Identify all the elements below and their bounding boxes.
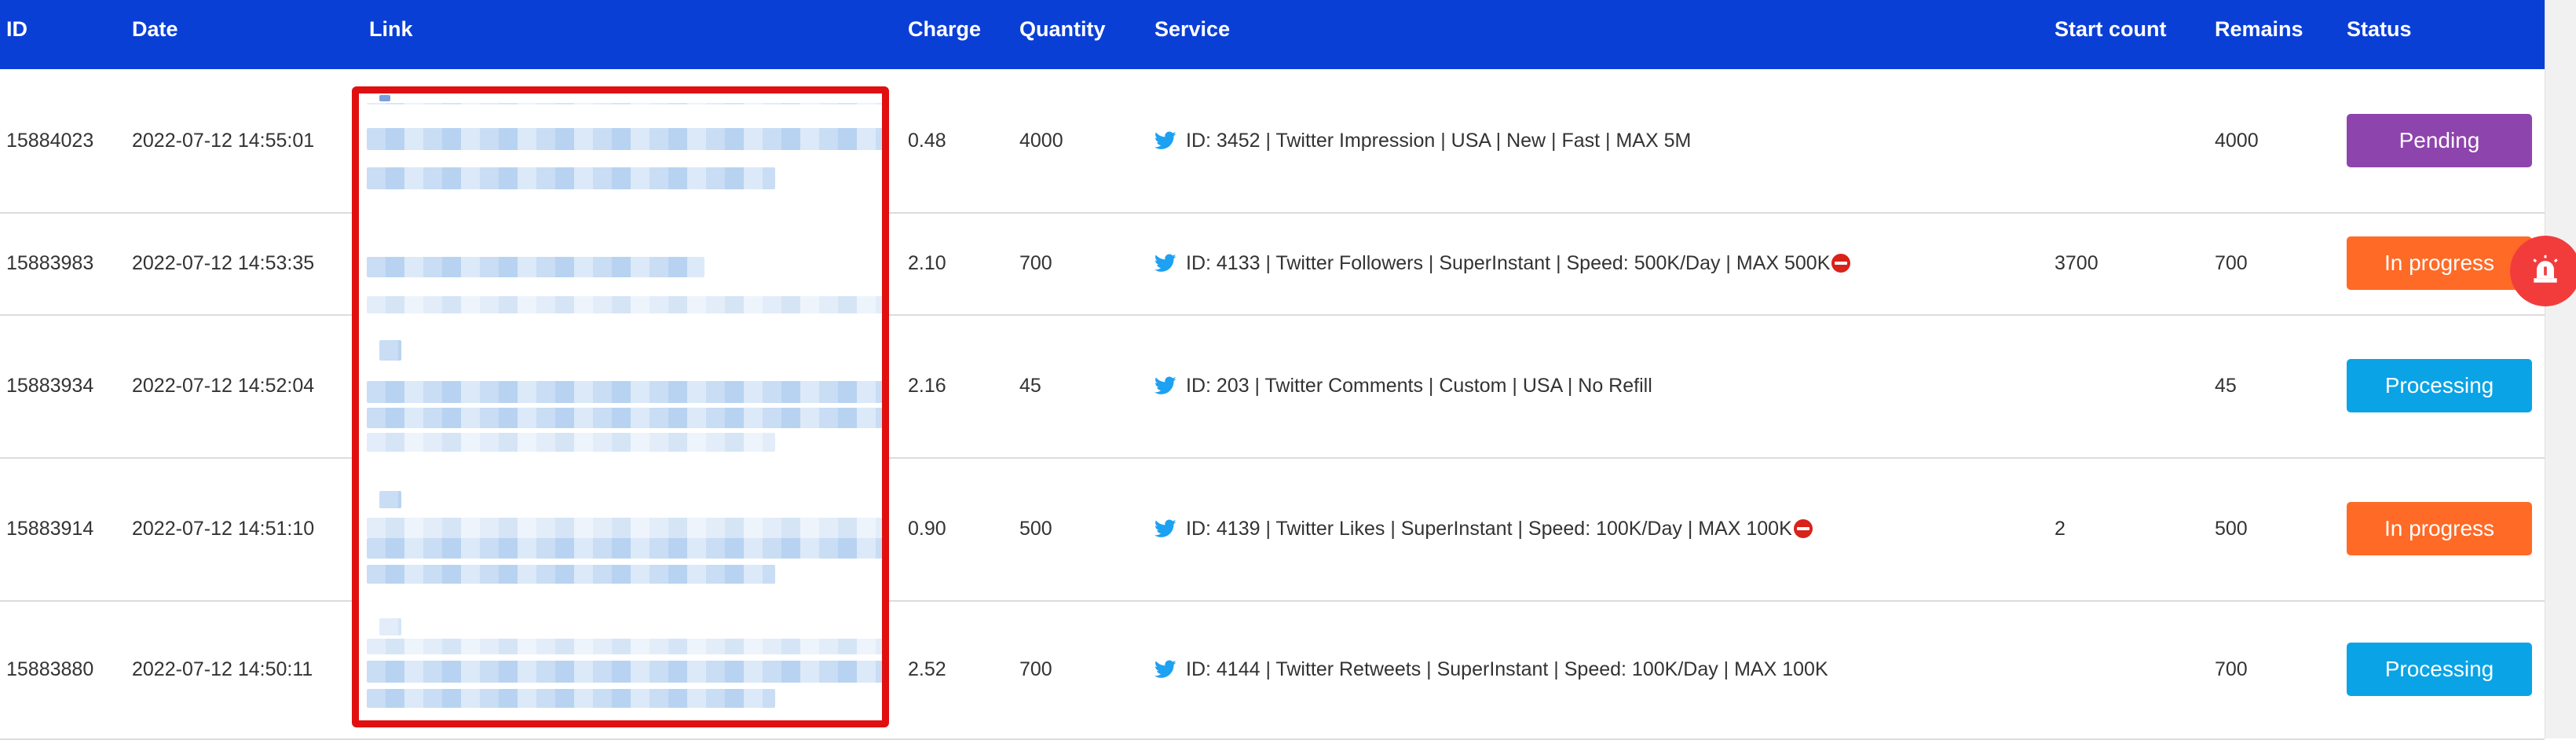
status-badge: Processing (2347, 643, 2532, 696)
alarm-siren-button[interactable] (2510, 236, 2576, 306)
order-date: 2022-07-12 14:53:35 (132, 251, 315, 274)
service-description: ID: 4139 | Twitter Likes | SuperInstant … (1186, 517, 1792, 540)
order-quantity: 500 (1019, 517, 1052, 540)
link-column-redaction (352, 86, 889, 727)
order-start-count: 2 (2055, 517, 2066, 540)
order-id: 15883914 (6, 517, 94, 540)
order-start-count: 3700 (2055, 251, 2098, 274)
no-entry-icon (1831, 254, 1851, 273)
header-date: Date (132, 17, 178, 41)
redacted-link-fragment (367, 518, 882, 538)
redacted-link-fragment (367, 128, 882, 150)
redacted-link-fragment (367, 538, 882, 559)
order-quantity: 700 (1019, 658, 1052, 680)
redacted-link-fragment (379, 95, 390, 101)
service-description: ID: 203 | Twitter Comments | Custom | US… (1186, 374, 1652, 397)
order-service: ID: 203 | Twitter Comments | Custom | US… (1154, 314, 1652, 457)
redacted-link-fragment (367, 296, 882, 313)
order-service: ID: 4133 | Twitter Followers | SuperInst… (1154, 212, 1851, 314)
redacted-link-fragment (367, 257, 704, 277)
order-date: 2022-07-12 14:52:04 (132, 374, 315, 397)
redacted-link-fragment (367, 565, 775, 584)
status-badge: Processing (2347, 359, 2532, 412)
header-id: ID (6, 17, 27, 41)
no-entry-icon (1793, 519, 1813, 538)
redacted-link-fragment (379, 491, 401, 508)
header-start-count: Start count (2055, 17, 2167, 41)
order-id: 15883880 (6, 658, 94, 680)
redacted-link-fragment (379, 340, 401, 361)
alarm-siren-icon (2533, 255, 2558, 283)
redacted-link-fragment (379, 618, 401, 636)
order-date: 2022-07-12 14:51:10 (132, 517, 315, 540)
redacted-link-fragment (367, 381, 882, 403)
redacted-link-fragment (367, 408, 882, 428)
vertical-scrollbar[interactable] (2545, 0, 2576, 738)
order-service: ID: 4139 | Twitter Likes | SuperInstant … (1154, 457, 1813, 600)
order-charge: 2.16 (908, 374, 946, 397)
header-status: Status (2347, 17, 2412, 41)
header-charge: Charge (908, 17, 982, 41)
order-remains: 700 (2215, 251, 2248, 274)
status-badge: In progress (2347, 236, 2532, 290)
order-date: 2022-07-12 14:50:11 (132, 658, 313, 680)
order-id: 15883983 (6, 251, 94, 274)
order-remains: 500 (2215, 517, 2248, 540)
redacted-link-fragment (367, 103, 882, 104)
service-description: ID: 3452 | Twitter Impression | USA | Ne… (1186, 129, 1692, 152)
order-quantity: 4000 (1019, 129, 1063, 152)
table-header: ID Date Link Charge Quantity Service Sta… (0, 0, 2545, 69)
order-charge: 2.10 (908, 251, 946, 274)
redacted-link-fragment (367, 433, 775, 452)
status-badge: In progress (2347, 502, 2532, 555)
redacted-link-fragment (367, 661, 882, 683)
order-id: 15884023 (6, 129, 94, 152)
order-quantity: 45 (1019, 374, 1041, 397)
order-remains: 700 (2215, 658, 2248, 680)
order-date: 2022-07-12 14:55:01 (132, 129, 315, 152)
order-service: ID: 3452 | Twitter Impression | USA | Ne… (1154, 69, 1691, 212)
service-description: ID: 4144 | Twitter Retweets | SuperInsta… (1186, 658, 1828, 680)
status-badge: Pending (2347, 114, 2532, 167)
header-quantity: Quantity (1019, 17, 1106, 41)
order-quantity: 700 (1019, 251, 1052, 274)
order-charge: 0.48 (908, 129, 946, 152)
twitter-bird-icon (1154, 660, 1176, 679)
order-service: ID: 4144 | Twitter Retweets | SuperInsta… (1154, 600, 1828, 738)
order-id: 15883934 (6, 374, 94, 397)
twitter-bird-icon (1154, 376, 1176, 395)
redacted-link-fragment (367, 167, 775, 189)
header-remains: Remains (2215, 17, 2303, 41)
redacted-link-fragment (367, 689, 775, 708)
twitter-bird-icon (1154, 131, 1176, 150)
header-service: Service (1154, 17, 1231, 41)
twitter-bird-icon (1154, 519, 1176, 538)
order-charge: 0.90 (908, 517, 946, 540)
header-link: Link (369, 17, 413, 41)
order-charge: 2.52 (908, 658, 946, 680)
order-remains: 4000 (2215, 129, 2259, 152)
order-remains: 45 (2215, 374, 2237, 397)
redacted-link-fragment (367, 639, 882, 654)
twitter-bird-icon (1154, 254, 1176, 273)
service-description: ID: 4133 | Twitter Followers | SuperInst… (1186, 251, 1831, 274)
